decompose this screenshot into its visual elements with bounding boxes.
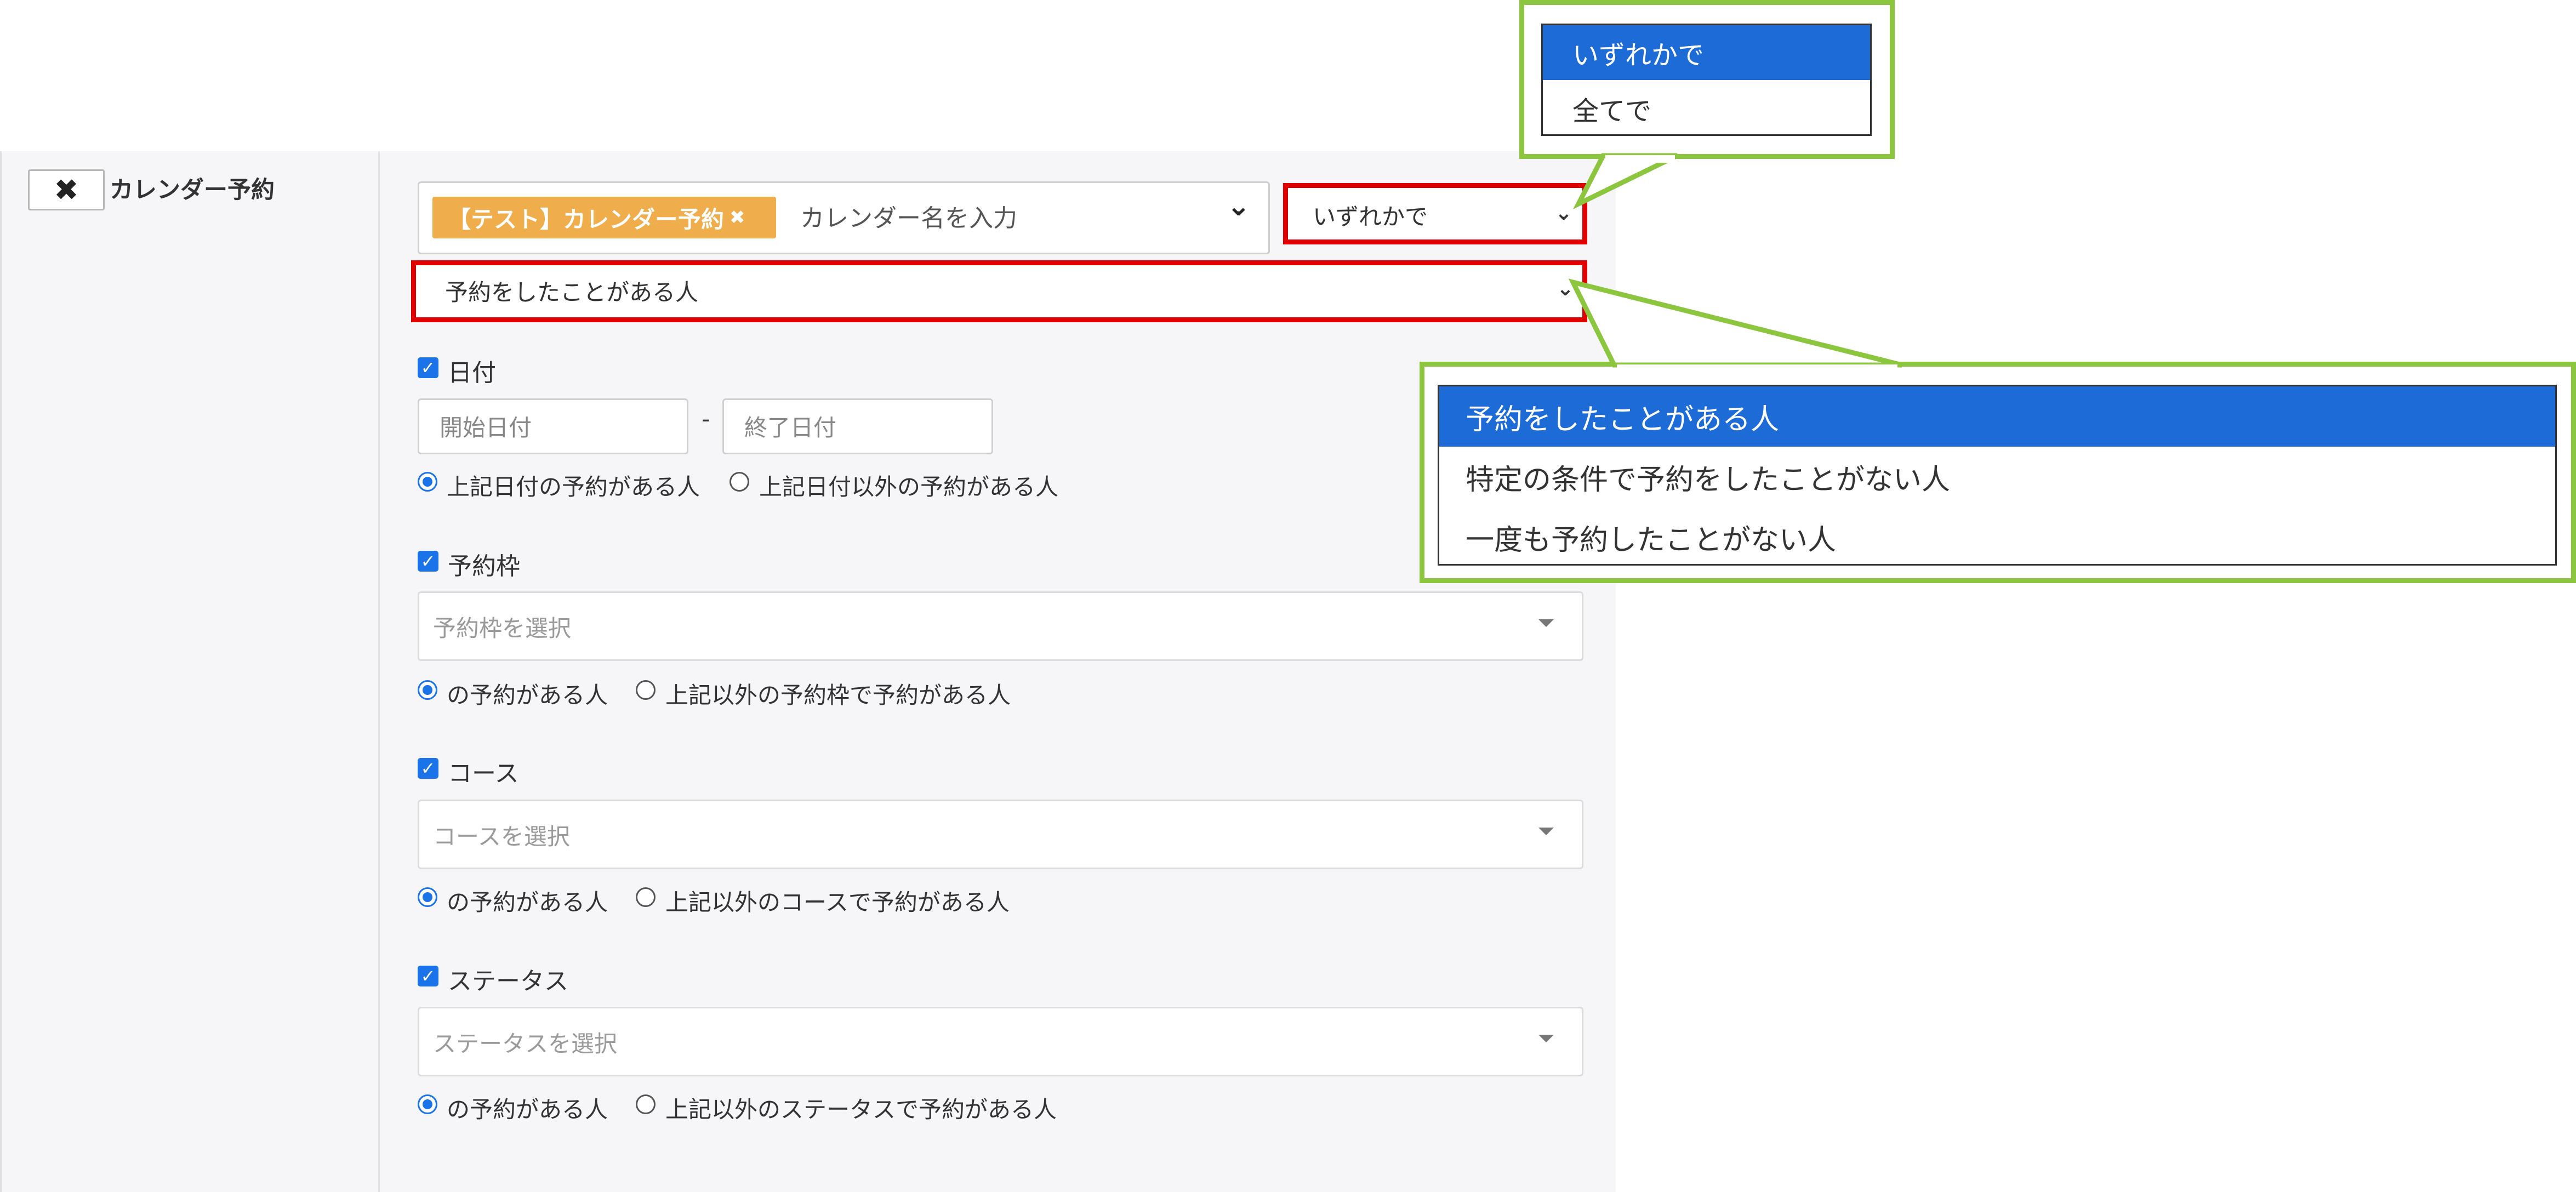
course-radio-out[interactable] [636, 887, 656, 907]
chevron-down-icon[interactable]: ⌄ [1227, 190, 1251, 223]
slot-radio-out[interactable] [636, 680, 656, 700]
slot-radio-out-label: 上記以外の予約枠で予約がある人 [665, 682, 1011, 709]
check-icon: ✓ [420, 966, 436, 986]
reservation-type-option[interactable]: 一度も予約したことがない人 [1439, 507, 2555, 567]
start-date-placeholder: 開始日付 [440, 414, 532, 441]
status-radio-in-label: の予約がある人 [447, 1096, 608, 1123]
reservation-type-option-selected[interactable]: 予約をしたことがある人 [1439, 386, 2555, 447]
close-icon: ✖ [54, 173, 79, 207]
date-checkbox[interactable]: ✓ [418, 357, 438, 378]
course-checkbox-label: コース [448, 760, 519, 788]
slot-select[interactable] [418, 591, 1583, 661]
slot-radio-in[interactable] [418, 680, 437, 700]
date-radio-out-label: 上記日付以外の予約がある人 [759, 474, 1059, 500]
status-radio-in[interactable] [418, 1094, 437, 1114]
date-radio-in-label: 上記日付の予約がある人 [447, 474, 700, 500]
check-icon: ✓ [420, 758, 436, 779]
slot-checkbox-label: 予約枠 [448, 552, 520, 580]
reservation-type-value: 予約をしたことがある人 [445, 279, 699, 306]
course-select-placeholder: コースを選択 [433, 823, 570, 850]
course-radio-in[interactable] [418, 887, 437, 907]
chevron-down-icon: ⌄ [1557, 276, 1574, 300]
section-label: カレンダー予約 [110, 176, 275, 204]
calendar-tag: 【テスト】カレンダー予約 ✖ [432, 197, 776, 238]
tag-remove-icon[interactable]: ✖ [730, 207, 745, 229]
caret-down-icon [1538, 828, 1554, 835]
check-icon: ✓ [420, 551, 436, 572]
date-separator: - [702, 406, 710, 432]
remove-condition-button[interactable]: ✖ [28, 169, 105, 210]
end-date-placeholder: 終了日付 [744, 414, 837, 441]
calendar-tag-label: 【テスト】カレンダー予約 [448, 206, 725, 233]
status-radio-out-label: 上記以外のステータスで予約がある人 [665, 1096, 1057, 1123]
slot-select-placeholder: 予約枠を選択 [433, 615, 572, 642]
date-radio-out[interactable] [730, 472, 749, 492]
callout-pointer-2 [1568, 278, 1903, 368]
course-select[interactable] [418, 800, 1583, 869]
status-select-placeholder: ステータスを選択 [433, 1030, 618, 1057]
label-column [0, 151, 380, 1192]
date-radio-in[interactable] [418, 472, 437, 492]
calendar-input-placeholder[interactable]: カレンダー名を入力 [800, 198, 1017, 233]
match-mode-option-selected[interactable]: いずれかで [1543, 25, 1870, 80]
chevron-down-icon: ⌄ [1555, 201, 1572, 225]
date-checkbox-label: 日付 [448, 359, 496, 387]
check-icon: ✓ [420, 357, 436, 378]
slot-checkbox[interactable]: ✓ [418, 551, 438, 572]
course-radio-out-label: 上記以外のコースで予約がある人 [665, 889, 1010, 916]
course-radio-in-label: の予約がある人 [447, 889, 608, 916]
status-checkbox-label: ステータス [448, 967, 568, 995]
status-checkbox[interactable]: ✓ [418, 966, 438, 986]
reservation-type-option[interactable]: 特定の条件で予約をしたことがない人 [1439, 447, 2555, 507]
match-mode-option[interactable]: 全てで [1543, 81, 1870, 136]
status-radio-out[interactable] [636, 1094, 656, 1114]
course-checkbox[interactable]: ✓ [418, 758, 438, 779]
slot-radio-in-label: の予約がある人 [447, 682, 608, 709]
match-mode-value: いずれかで [1313, 203, 1428, 230]
caret-down-icon [1538, 619, 1554, 627]
caret-down-icon [1538, 1035, 1554, 1042]
